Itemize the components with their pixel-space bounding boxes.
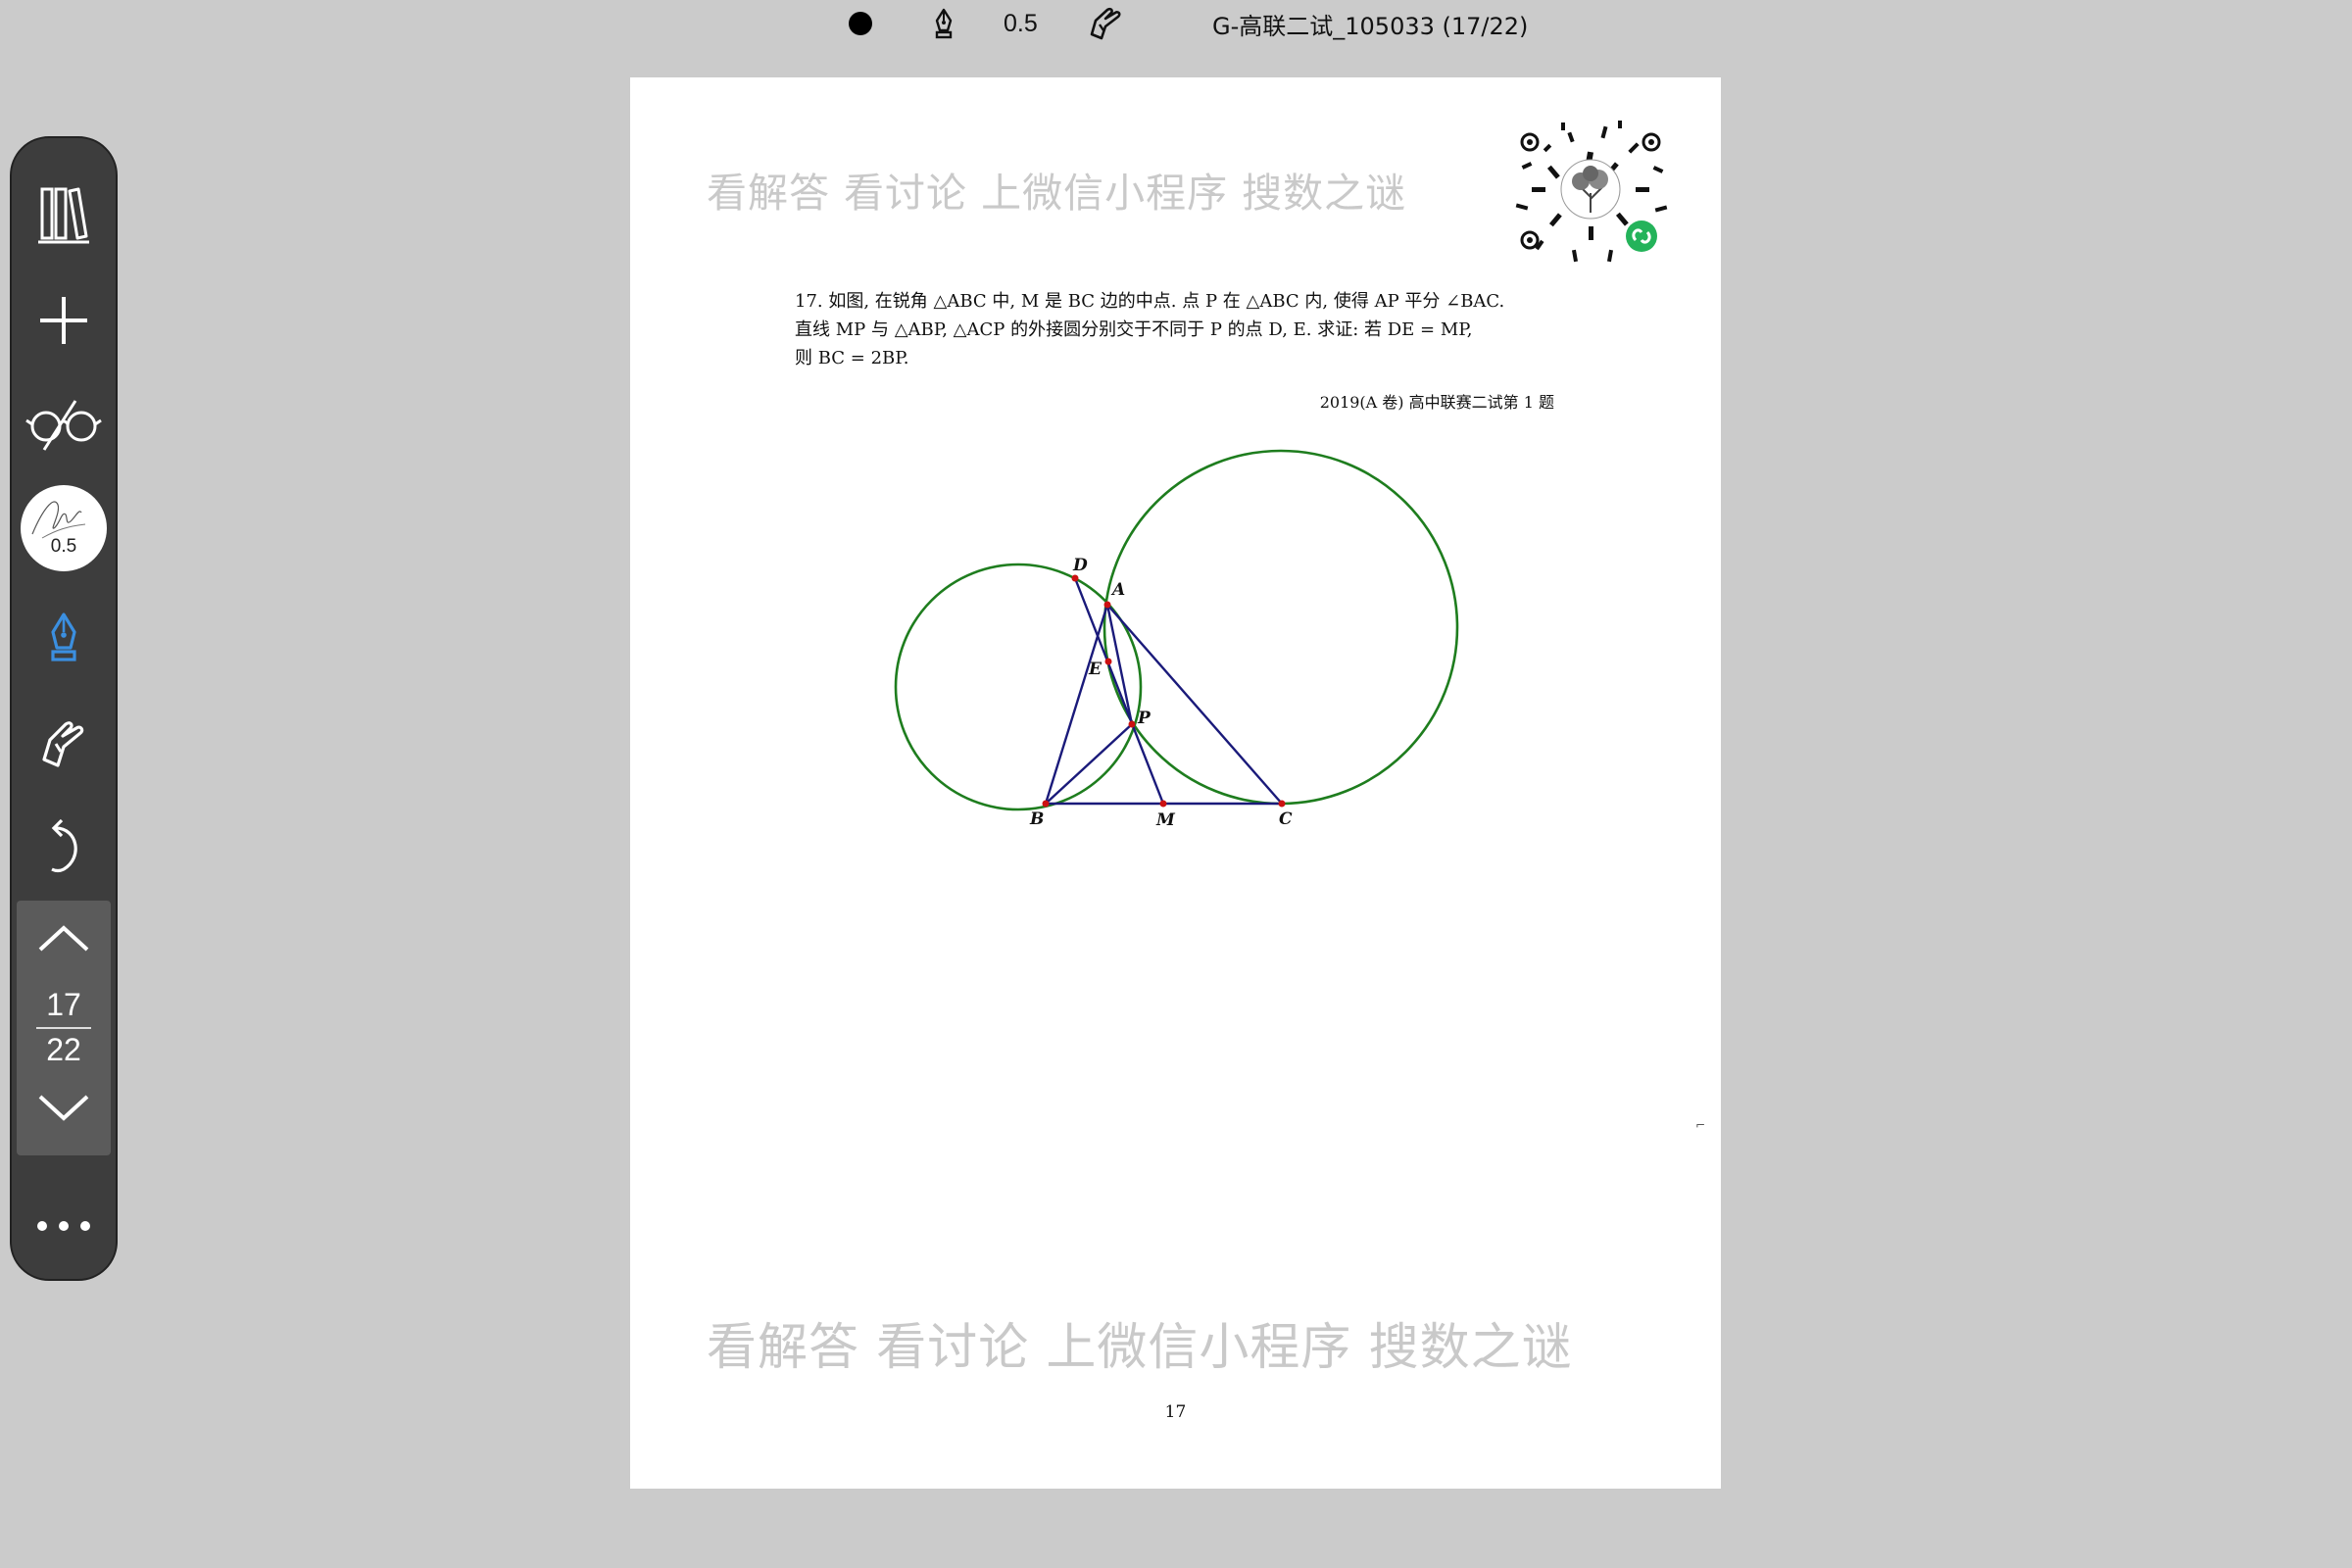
point-m bbox=[1159, 800, 1167, 808]
point-c bbox=[1278, 800, 1286, 808]
chevron-down-icon[interactable] bbox=[34, 1091, 93, 1126]
label-b: B bbox=[1029, 809, 1044, 829]
circumcircle-acp bbox=[1102, 449, 1459, 806]
page-navigator: 17 22 bbox=[17, 901, 111, 1155]
current-page-number: 17 bbox=[46, 987, 81, 1022]
brush-size-preview: 0.5 bbox=[21, 485, 107, 571]
undo-button[interactable] bbox=[12, 808, 116, 887]
add-page-button[interactable] bbox=[12, 281, 116, 360]
plus-icon bbox=[40, 297, 87, 344]
label-e: E bbox=[1088, 660, 1102, 679]
label-d: D bbox=[1072, 556, 1088, 575]
fountain-pen-icon bbox=[935, 8, 953, 39]
point-a bbox=[1103, 601, 1111, 609]
pen-size-value: 0.5 bbox=[1004, 9, 1038, 37]
chevron-up-icon[interactable] bbox=[34, 920, 93, 956]
segment-ac bbox=[1106, 604, 1283, 805]
hand-icon bbox=[42, 721, 84, 767]
black-dot-icon bbox=[849, 12, 872, 35]
point-e bbox=[1104, 658, 1112, 665]
undo-icon bbox=[51, 818, 77, 873]
more-dots-icon bbox=[37, 1221, 90, 1231]
fountain-pen-icon bbox=[51, 612, 76, 662]
point-b bbox=[1042, 800, 1050, 808]
segment-ap bbox=[1105, 604, 1134, 725]
label-a: A bbox=[1110, 580, 1125, 600]
total-pages-number: 22 bbox=[46, 1032, 81, 1067]
brush-size-value: 0.5 bbox=[50, 536, 77, 557]
brush-color-indicator[interactable] bbox=[849, 0, 872, 47]
segment-dm bbox=[1073, 577, 1165, 805]
label-p: P bbox=[1137, 709, 1152, 728]
watermark-bottom: 看解答 看讨论 上微信小程序 搜数之谜 bbox=[707, 1319, 1573, 1377]
more-options-button[interactable] bbox=[12, 1197, 116, 1255]
brush-size-button[interactable]: 0.5 bbox=[12, 483, 116, 573]
pen-tool-button[interactable] bbox=[12, 599, 116, 677]
page-number: 17 bbox=[1164, 1402, 1187, 1422]
read-mode-button[interactable] bbox=[12, 385, 116, 464]
hand-icon bbox=[1090, 7, 1121, 40]
left-toolbar: 0.5 17 22 bbox=[10, 136, 118, 1281]
document-page[interactable]: 看解答 看讨论 上微信小程序 搜数之谜 17. 如图, 在锐角 △ABC 中, … bbox=[630, 77, 1721, 1489]
circumcircle-abp bbox=[894, 563, 1143, 811]
page-divider bbox=[36, 1027, 91, 1029]
hand-tool-button[interactable] bbox=[12, 705, 116, 783]
point-p bbox=[1128, 720, 1136, 728]
glasses-icon bbox=[25, 400, 102, 451]
label-m: M bbox=[1155, 810, 1176, 830]
top-status-bar: 0.5 G-高联二试_105033 (17/22) bbox=[0, 0, 2352, 47]
library-button[interactable] bbox=[12, 175, 116, 254]
document-title: G-高联二试_105033 (17/22) bbox=[1212, 12, 1529, 40]
hand-tool-indicator[interactable] bbox=[1086, 0, 1125, 47]
point-d bbox=[1071, 574, 1079, 582]
scan-mark: ⌐ bbox=[1695, 1118, 1706, 1132]
geometry-figure: A B C D E M P bbox=[894, 449, 1459, 830]
pen-tool-indicator[interactable] bbox=[929, 0, 958, 47]
label-c: C bbox=[1279, 809, 1293, 829]
bookshelf-icon bbox=[38, 187, 89, 244]
